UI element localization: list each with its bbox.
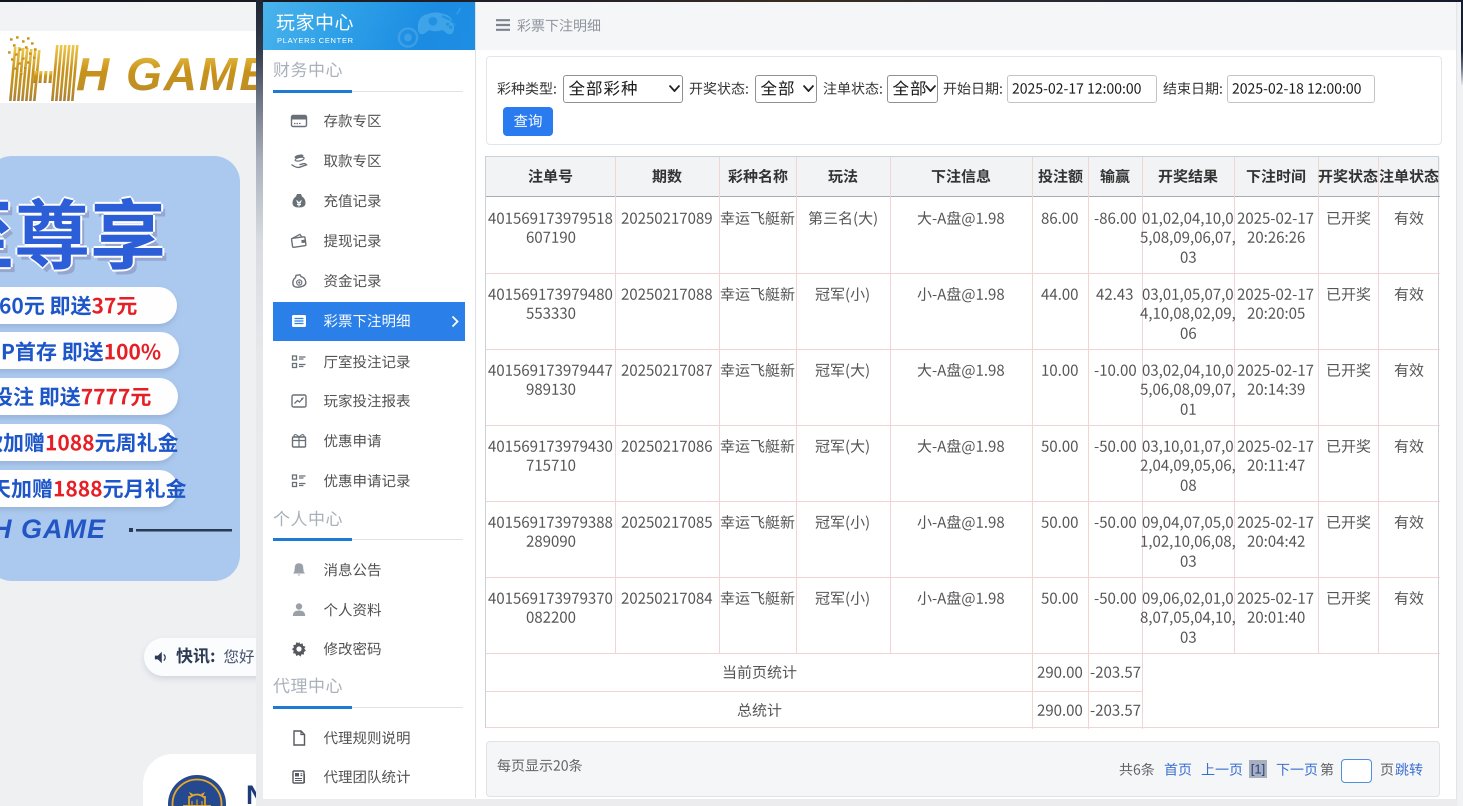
- svg-text:H GAME: H GAME: [0, 514, 106, 544]
- svg-text:H GAME: H GAME: [76, 48, 262, 100]
- svg-text:PLAYERS CENTER: PLAYERS CENTER: [277, 36, 354, 45]
